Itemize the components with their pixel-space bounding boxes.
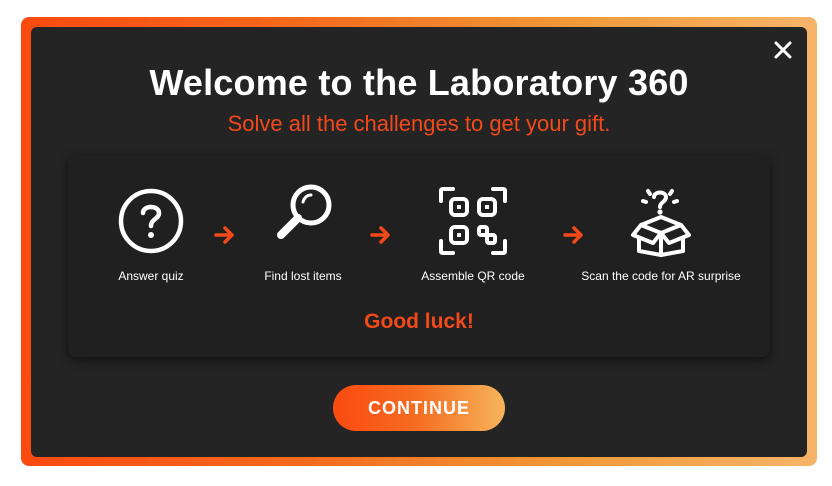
step-label: Find lost items [264, 269, 342, 283]
step-label: Assemble QR code [421, 269, 525, 283]
question-circle-icon [118, 188, 184, 254]
dialog-subtitle: Solve all the challenges to get your gif… [227, 111, 611, 136]
step-find-lost-items: Find lost items [223, 184, 383, 283]
continue-button[interactable]: CONTINUE [333, 385, 505, 431]
step-answer-quiz: Answer quiz [71, 185, 231, 283]
step-scan-ar-surprise: Scan the code for AR surprise [581, 185, 741, 283]
step-assemble-qr-code: Assemble QR code [393, 185, 553, 283]
arrow-right-icon [370, 226, 390, 244]
surprise-box-icon [631, 189, 691, 257]
step-label: Answer quiz [118, 269, 184, 283]
welcome-dialog: Welcome to the Laboratory 360 Solve all … [31, 27, 807, 457]
good-luck-text: Good luck! [364, 310, 474, 333]
close-icon [774, 41, 792, 59]
step-label: Scan the code for AR surprise [581, 269, 741, 283]
qr-code-icon [439, 187, 507, 255]
dialog-title: Welcome to the Laboratory 360 [149, 62, 689, 103]
close-button[interactable] [773, 40, 793, 60]
steps-card: Answer quiz Find lost items Assemble QR … [68, 155, 770, 357]
magnifier-icon [277, 184, 332, 239]
